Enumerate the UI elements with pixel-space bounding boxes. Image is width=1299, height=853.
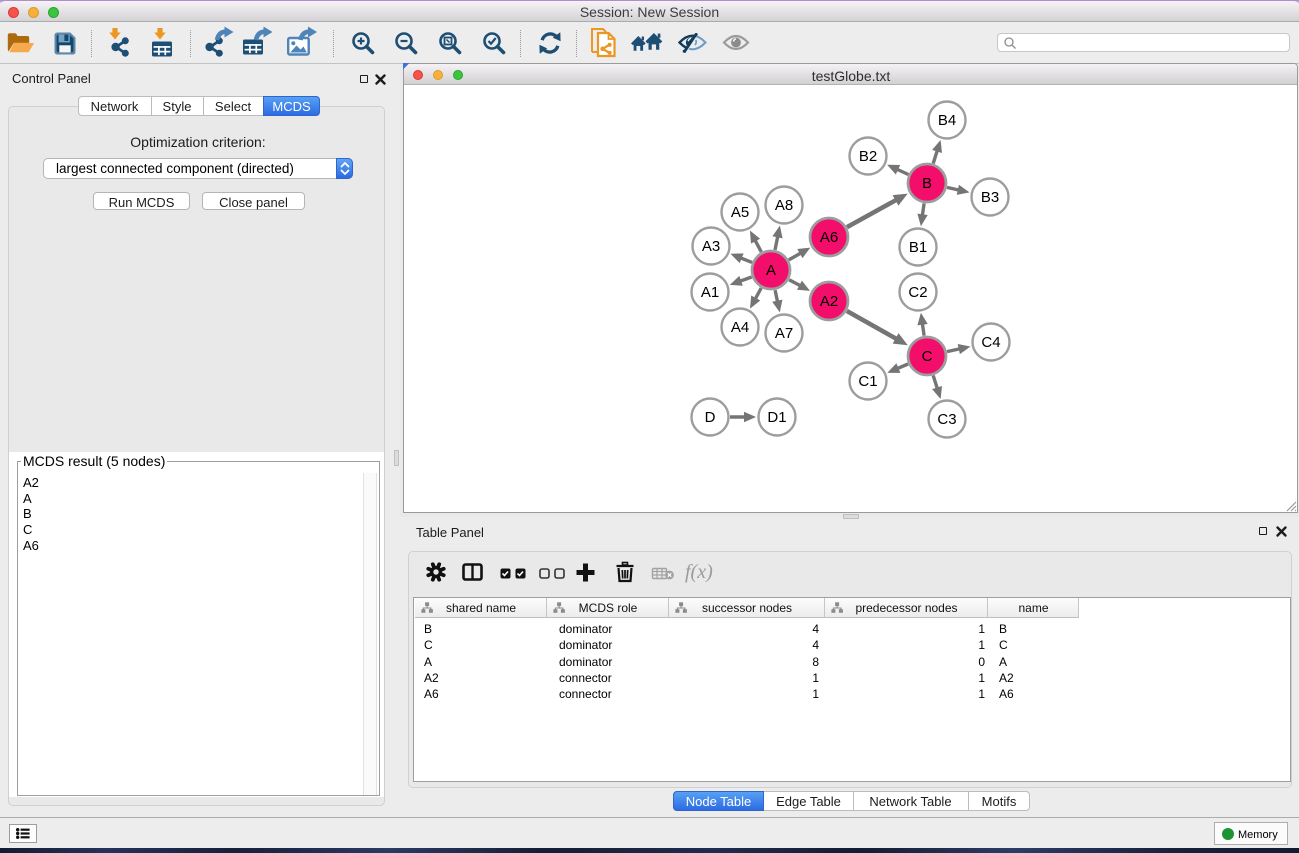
svg-text:A2: A2 bbox=[820, 293, 838, 310]
svg-text:B: B bbox=[922, 175, 932, 192]
svg-text:A: A bbox=[766, 262, 776, 279]
svg-text:A4: A4 bbox=[731, 319, 749, 336]
svg-text:C3: C3 bbox=[937, 411, 956, 428]
svg-text:A3: A3 bbox=[702, 238, 720, 255]
svg-text:A8: A8 bbox=[775, 197, 793, 214]
svg-text:A5: A5 bbox=[731, 204, 749, 221]
svg-text:A6: A6 bbox=[820, 229, 838, 246]
svg-text:C4: C4 bbox=[981, 334, 1000, 351]
svg-text:B1: B1 bbox=[909, 239, 927, 256]
svg-text:C: C bbox=[922, 348, 933, 365]
svg-text:D1: D1 bbox=[767, 409, 786, 426]
svg-text:A7: A7 bbox=[775, 325, 793, 342]
svg-text:B2: B2 bbox=[859, 148, 877, 165]
svg-text:A1: A1 bbox=[701, 284, 719, 301]
svg-text:D: D bbox=[705, 409, 716, 426]
svg-text:B4: B4 bbox=[938, 112, 956, 129]
svg-text:B3: B3 bbox=[981, 189, 999, 206]
svg-text:C2: C2 bbox=[908, 284, 927, 301]
svg-text:C1: C1 bbox=[858, 373, 877, 390]
